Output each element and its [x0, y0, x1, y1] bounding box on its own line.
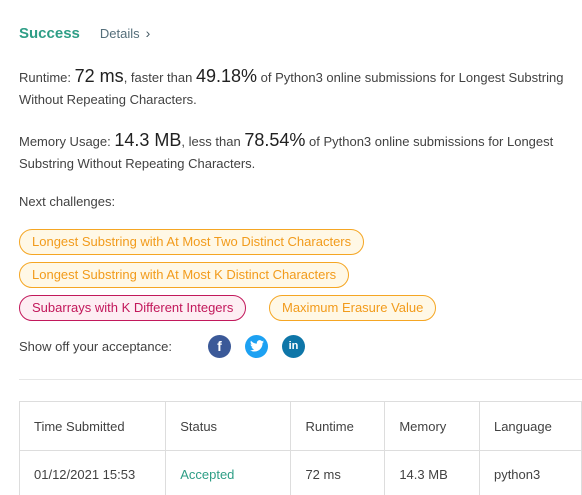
memory-label: Memory Usage:: [19, 134, 111, 149]
cell-memory: 14.3 MB: [384, 450, 480, 495]
column-header-memory[interactable]: Memory: [384, 401, 480, 451]
column-header-language[interactable]: Language: [478, 401, 582, 451]
column-header-time[interactable]: Time Submitted: [18, 401, 167, 451]
runtime-percent: 49.18%: [195, 66, 258, 86]
chevron-right-icon: ›: [145, 25, 151, 41]
twitter-bird-glyph: [249, 340, 264, 352]
memory-percent: 78.54%: [244, 130, 306, 150]
runtime-stat: Runtime: 72 ms, faster than 49.18% of Py…: [19, 65, 564, 111]
facebook-icon[interactable]: f: [208, 334, 231, 358]
runtime-label: Runtime:: [19, 70, 72, 85]
linkedin-icon[interactable]: in: [282, 334, 305, 358]
memory-value: 14.3 MB: [114, 130, 182, 150]
details-label: Details: [99, 25, 140, 41]
status-title: Success: [19, 24, 80, 42]
divider: [19, 379, 582, 380]
cell-time: 01/12/2021 15:53: [18, 450, 167, 495]
memory-comparison: , less than: [181, 134, 241, 149]
runtime-comparison: , faster than: [123, 70, 193, 85]
challenge-chip[interactable]: Subarrays with K Different Integers: [19, 295, 247, 321]
challenge-chip[interactable]: Longest Substring with At Most K Distinc…: [19, 262, 350, 288]
column-header-status[interactable]: Status: [165, 401, 292, 451]
challenge-chip[interactable]: Longest Substring with At Most Two Disti…: [19, 229, 365, 255]
column-header-runtime[interactable]: Runtime: [290, 401, 386, 451]
challenge-chip[interactable]: Maximum Erasure Value: [269, 295, 437, 321]
details-link[interactable]: Details ›: [100, 25, 150, 41]
result-header: Success Details ›: [19, 22, 150, 44]
cell-runtime: 72 ms: [290, 450, 386, 495]
table-header-row: Time Submitted Status Runtime Memory Lan…: [18, 401, 582, 451]
next-challenges-label: Next challenges:: [19, 194, 116, 209]
share-label: Show off your acceptance:: [19, 338, 172, 354]
cell-language: python3: [478, 450, 582, 495]
memory-stat: Memory Usage: 14.3 MB, less than 78.54% …: [19, 129, 564, 175]
share-row: Show off your acceptance: f in: [19, 334, 319, 358]
submission-result-panel: Success Details › Runtime: 72 ms, faster…: [0, 0, 582, 495]
submissions-table: Time Submitted Status Runtime Memory Lan…: [18, 401, 582, 495]
twitter-icon[interactable]: [245, 334, 268, 358]
cell-status-link[interactable]: Accepted: [165, 450, 292, 495]
runtime-value: 72 ms: [74, 66, 124, 86]
table-row: 01/12/2021 15:53 Accepted 72 ms 14.3 MB …: [18, 450, 582, 495]
